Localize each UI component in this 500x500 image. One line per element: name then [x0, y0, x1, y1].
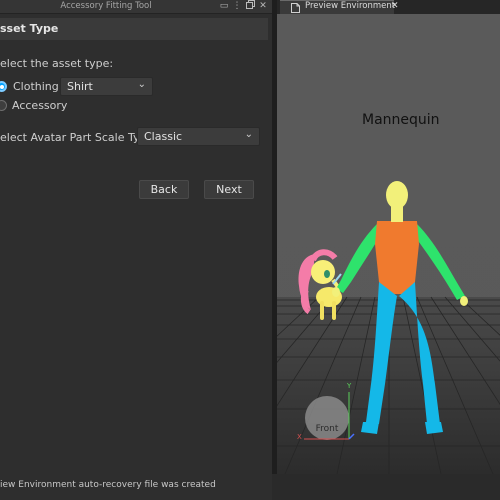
- dock-icon[interactable]: ▭: [218, 0, 230, 13]
- restore-icon[interactable]: [244, 0, 256, 13]
- scale-type-label: elect Avatar Part Scale Type:: [0, 131, 157, 144]
- scale-type-value: Classic: [144, 130, 183, 143]
- chevron-down-icon: ⌄: [137, 79, 146, 90]
- accessory-fitting-tool-panel: Accessory Fitting Tool ▭ ⋮ ✕ sset Type e…: [0, 0, 272, 500]
- preview-tab-label: Preview Environment: [305, 1, 396, 11]
- asset-type-prompt: elect the asset type:: [0, 57, 114, 70]
- viewport-scene: [277, 14, 500, 474]
- section-title: sset Type: [0, 22, 59, 35]
- pin-icon[interactable]: ⋮: [231, 0, 243, 13]
- view-cube-front-label[interactable]: Front: [313, 424, 341, 434]
- close-icon[interactable]: ✕: [257, 0, 269, 13]
- close-icon[interactable]: ✕: [391, 1, 399, 11]
- document-icon: [291, 3, 300, 13]
- tab-preview-environment[interactable]: Preview Environment ✕: [280, 0, 399, 14]
- status-message: iew Environment auto-recovery file was c…: [0, 480, 216, 490]
- tool-window-title: Accessory Fitting Tool: [60, 1, 152, 11]
- axis-y-label: Y: [347, 382, 352, 390]
- accessory-radio[interactable]: [0, 100, 7, 111]
- chevron-down-icon: ⌄: [244, 129, 253, 140]
- preview-tab-bar: Preview Environment ✕: [277, 0, 500, 14]
- clothing-radio-label[interactable]: Clothing: [13, 80, 59, 93]
- clothing-radio[interactable]: [0, 81, 7, 92]
- next-button[interactable]: Next: [204, 180, 254, 199]
- back-button[interactable]: Back: [139, 180, 189, 199]
- clothing-type-value: Shirt: [67, 80, 93, 93]
- preview-environment-panel: Preview Environment ✕ Mannequin Front X …: [277, 0, 500, 474]
- 3d-viewport[interactable]: Mannequin Front X Y: [277, 14, 500, 474]
- restore-icon-glyph: [245, 0, 255, 9]
- bottom-strip: [272, 474, 500, 500]
- clothing-type-dropdown[interactable]: Shirt ⌄: [60, 77, 153, 96]
- scale-type-dropdown[interactable]: Classic ⌄: [137, 127, 260, 146]
- mannequin-label: Mannequin: [362, 112, 440, 128]
- accessory-radio-label[interactable]: Accessory: [12, 99, 67, 112]
- axis-x-label: X: [297, 433, 302, 441]
- section-header[interactable]: sset Type: [0, 18, 268, 40]
- tool-title-bar: Accessory Fitting Tool ▭ ⋮ ✕: [0, 0, 272, 14]
